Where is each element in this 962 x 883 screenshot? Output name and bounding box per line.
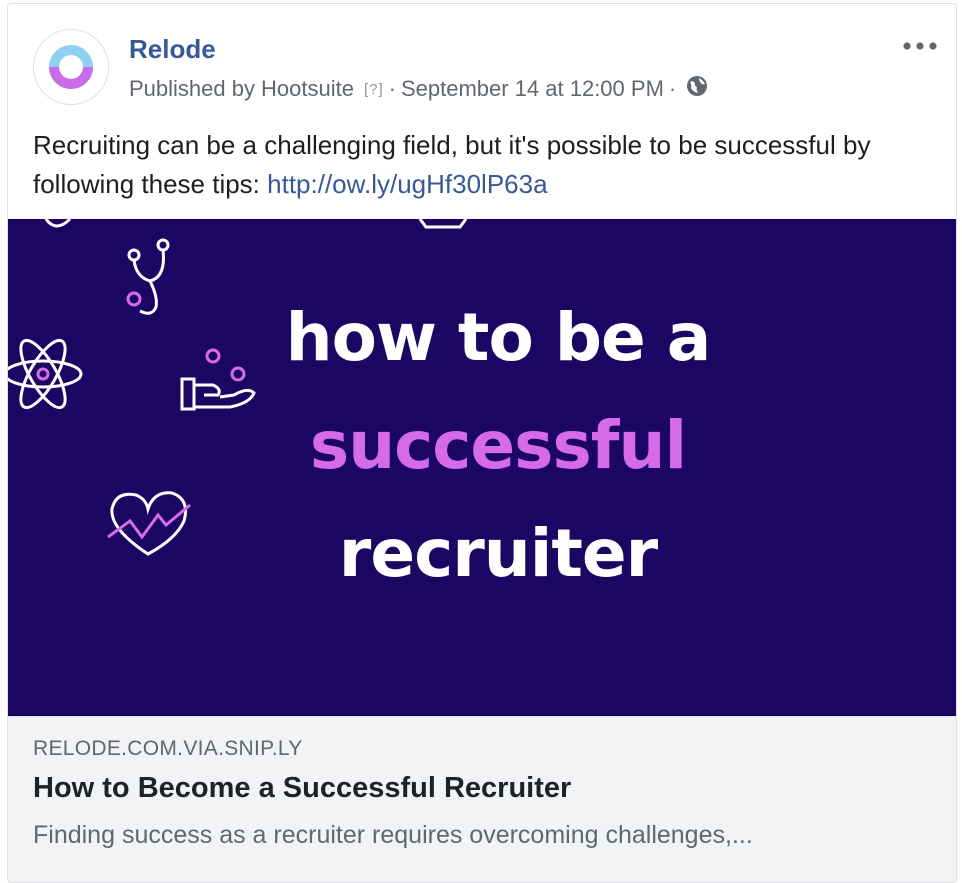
published-by-label: Published by [129, 76, 255, 101]
post-meta: Published by Hootsuite [?] · September 1… [129, 74, 709, 104]
meta-separator: · [388, 76, 396, 101]
link-preview[interactable]: RELODE.COM.VIA.SNIP.LY How to Become a S… [8, 716, 956, 882]
publisher-link[interactable]: Hootsuite [261, 76, 354, 102]
page-avatar[interactable] [33, 29, 109, 105]
image-headline-line3: recruiter [338, 515, 658, 592]
partial-icon [418, 219, 468, 229]
link-title[interactable]: How to Become a Successful Recruiter [33, 772, 571, 805]
relode-logo-icon [49, 45, 93, 89]
post-url-link[interactable]: http://ow.ly/ugHf30lP63a [267, 169, 547, 199]
globe-icon[interactable] [685, 74, 709, 104]
link-domain: RELODE.COM.VIA.SNIP.LY [33, 737, 303, 760]
post-image[interactable]: how to be a successful recruiter [8, 219, 956, 716]
more-options-button[interactable] [900, 34, 940, 58]
more-options-icon [903, 42, 937, 50]
page-name[interactable]: Relode [129, 34, 216, 65]
image-headline-line2: successful [309, 407, 687, 484]
link-description: Finding success as a recruiter requires … [33, 821, 753, 849]
help-marker[interactable]: [?] [364, 81, 384, 98]
meta-separator: · [668, 76, 677, 101]
partial-icon [44, 219, 72, 228]
post-timestamp[interactable]: September 14 at 12:00 PM [401, 76, 664, 102]
post-card: Relode Published by Hootsuite [?] · Sept… [7, 3, 957, 883]
image-headline-line1: how to be a [285, 299, 712, 376]
post-message: Recruiting can be a challenging field, b… [33, 126, 933, 204]
